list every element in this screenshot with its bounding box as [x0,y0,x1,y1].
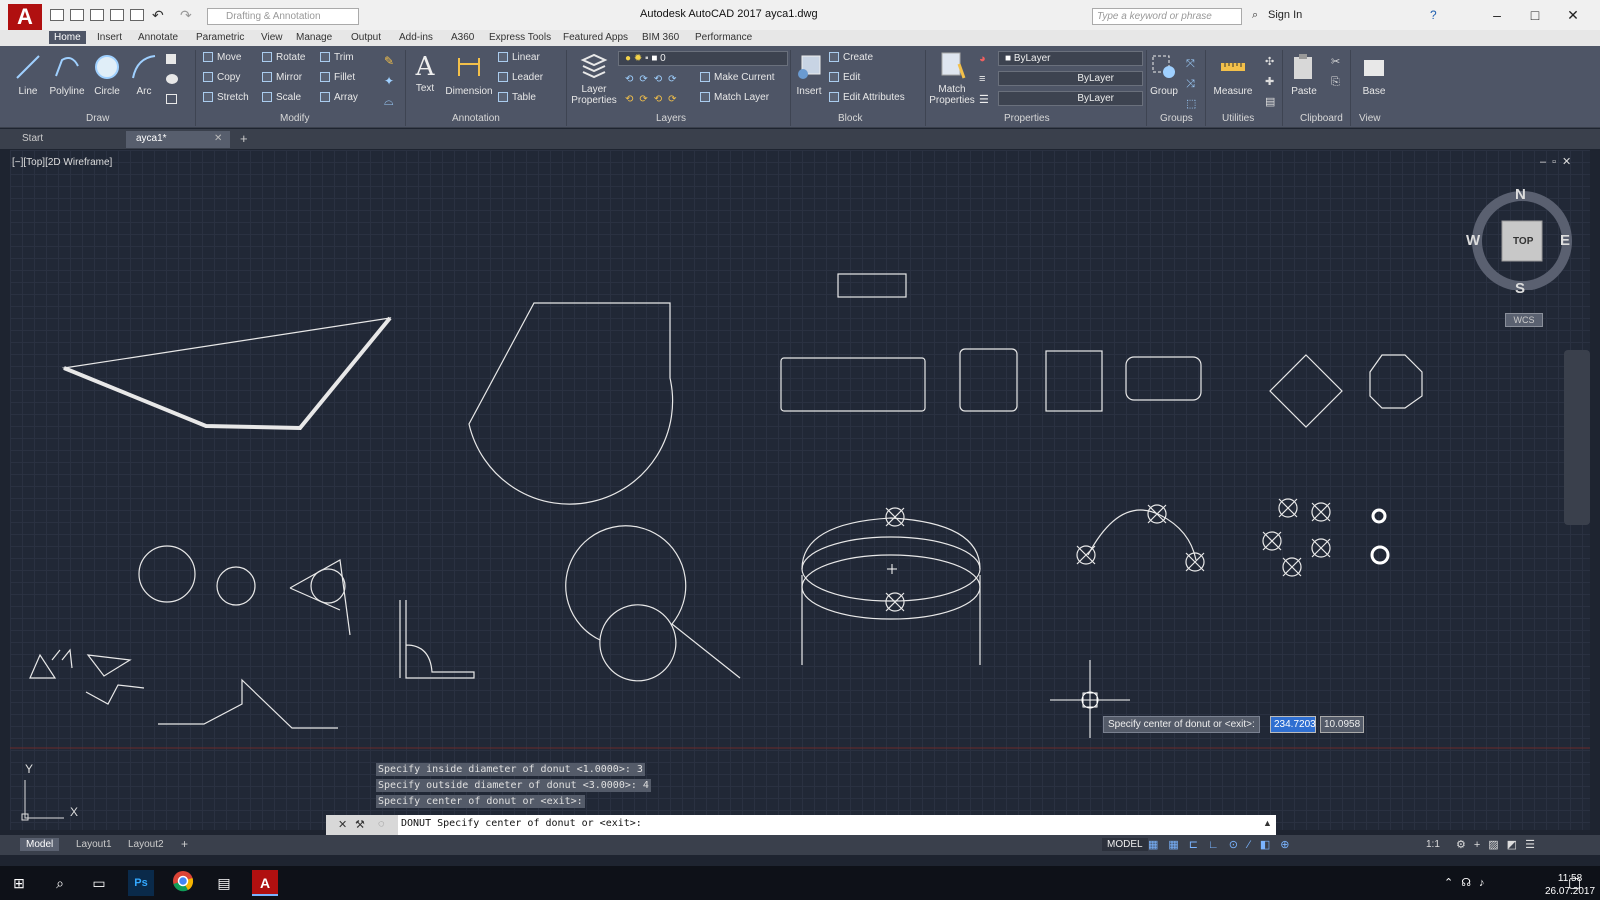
close-command-icon[interactable]: ✕ [338,818,347,831]
donut-small[interactable] [1371,508,1387,524]
cylinder-sides[interactable] [801,575,981,665]
donut[interactable] [1370,545,1390,565]
annotation-scale[interactable]: 1:1 [1426,839,1440,850]
drafting-aids-icons[interactable]: ▦▦⊏∟⊙∕◧⊕ [1148,838,1299,851]
notifications-icon[interactable]: ▢ [1568,874,1581,891]
history-line: Specify center of donut or <exit>: [376,795,585,808]
command-history: Specify inside diameter of donut <1.0000… [376,763,651,811]
file-explorer-icon[interactable]: ▤ [211,870,237,896]
task-view-icon[interactable]: ▭ [86,870,112,896]
workspace-tools-icons[interactable]: ⚙+▨◩☰ [1456,838,1543,851]
add-layout-icon[interactable]: + [181,837,188,851]
drawing-geometry [10,273,1590,821]
center-mark [887,564,897,574]
navigation-bar[interactable] [1564,350,1590,525]
circle-tangent[interactable] [310,568,346,604]
wcs-menu[interactable]: WCS [1505,313,1543,327]
thick-polyline[interactable] [63,316,392,431]
viewcube-top-label[interactable]: TOP [1513,236,1533,247]
chrome-logo-icon [173,871,194,892]
chrome-icon[interactable] [170,870,196,896]
rounded-rectangle[interactable] [959,348,1018,412]
windows-start-icon[interactable]: ⊞ [6,870,32,896]
search-icon[interactable]: ⌕ [47,870,73,896]
scattered-lines[interactable] [29,648,145,705]
arc-shape[interactable] [468,302,674,505]
diamond[interactable] [1269,354,1343,428]
history-line: Specify outside diameter of donut <3.000… [376,779,651,792]
command-history-toggle-icon[interactable]: ▲ [1263,818,1272,828]
photoshop-icon[interactable]: Ps [128,870,154,896]
system-tray-icons[interactable]: ⌃☊♪ [1444,876,1493,889]
ucs-x-label: X [70,805,79,819]
tab-model[interactable]: Model [20,838,60,851]
compass-west[interactable]: W [1466,232,1480,249]
customize-wrench-icon[interactable]: ⚒ [355,818,365,831]
fillet-shape[interactable] [399,600,475,679]
square[interactable] [1045,350,1103,412]
octagon[interactable] [1369,354,1423,409]
small-rectangle[interactable] [837,273,907,298]
recent-commands-icon[interactable]: ◌ [378,818,385,830]
history-line: Specify inside diameter of donut <1.0000… [376,763,645,776]
dynamic-input-prompt: Specify center of donut or <exit>: [1103,716,1260,733]
dynamic-input-y[interactable]: 10.0958 [1320,716,1364,733]
compass-south[interactable]: S [1515,280,1525,297]
ucs-y-label: Y [25,762,34,776]
filleted-rectangle[interactable] [1125,356,1202,401]
tab-layout1[interactable]: Layout1 [70,838,118,851]
autocad-taskbar-icon[interactable]: A [252,870,278,896]
status-bar [0,835,1600,855]
compass-north[interactable]: N [1515,186,1526,203]
circle-small[interactable] [216,566,256,606]
circle-large[interactable] [138,545,196,603]
dynamic-input-x[interactable]: 234.7203 [1270,716,1316,733]
rectangle[interactable] [780,357,926,412]
polyline-quad[interactable] [61,317,392,429]
windows-taskbar [0,866,1600,900]
zigzag-polyline[interactable] [158,678,338,729]
compass-east[interactable]: E [1560,232,1570,249]
arc-combo[interactable] [565,525,741,682]
model-space-toggle[interactable]: MODEL [1102,838,1148,851]
tab-layout2[interactable]: Layout2 [122,838,170,851]
arc-three-point[interactable] [1087,509,1197,561]
ucs-icon [21,780,64,821]
point-markers[interactable] [885,498,1331,612]
command-input[interactable]: DONUT Specify center of donut or <exit>: [326,815,1276,835]
